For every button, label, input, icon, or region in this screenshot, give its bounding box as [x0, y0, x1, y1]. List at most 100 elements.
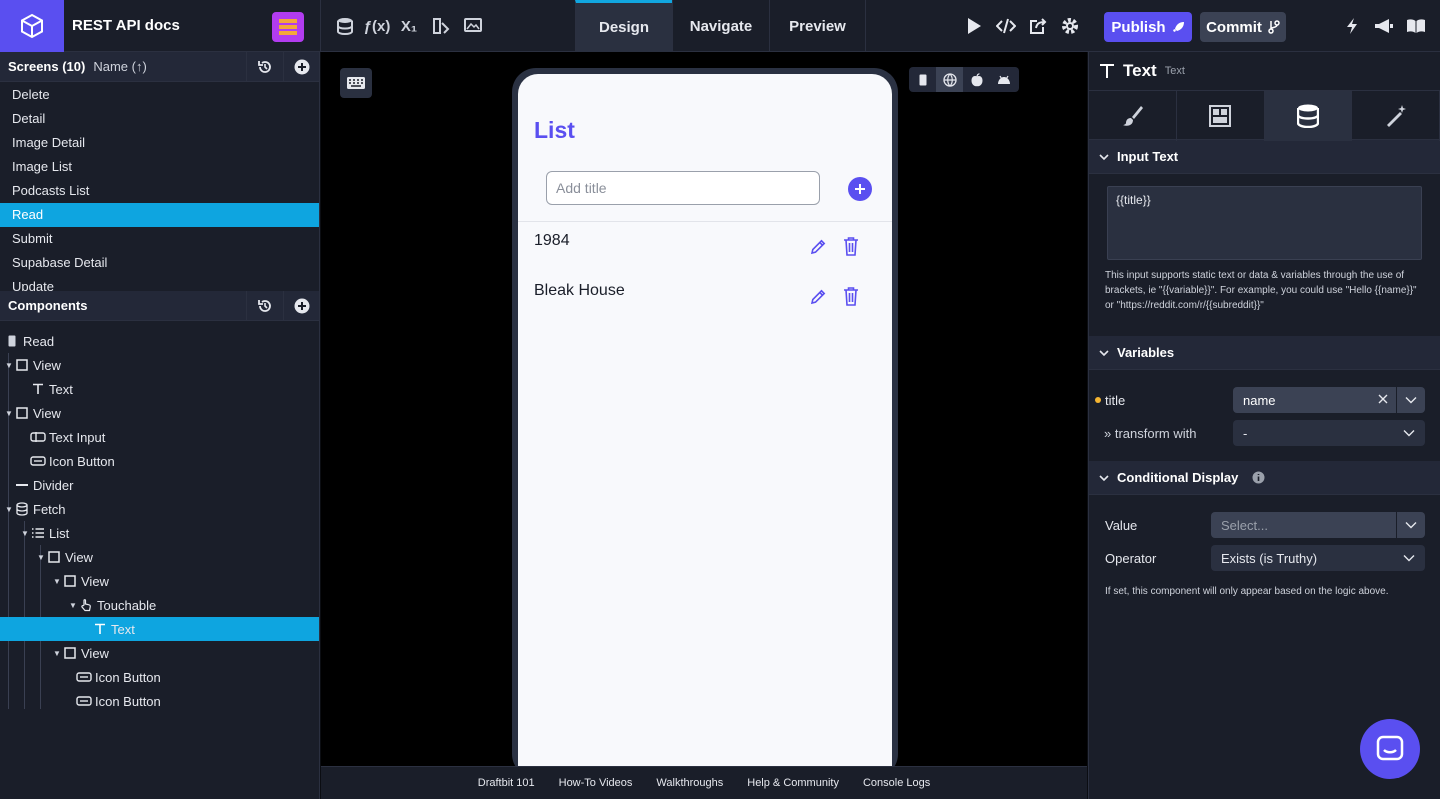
screens-sort[interactable]: Name (↑): [93, 59, 146, 74]
tree-item-view[interactable]: ▼ View: [0, 401, 319, 425]
trash-icon[interactable]: [841, 236, 861, 256]
app-icon-badge[interactable]: [272, 12, 304, 42]
tree-item-touchable[interactable]: ▼ Touchable: [0, 593, 319, 617]
screen-item-detail[interactable]: Detail: [0, 107, 319, 131]
screens-history-button[interactable]: [246, 52, 283, 82]
footer-link-console-logs[interactable]: Console Logs: [863, 777, 930, 789]
platform-toggle: [909, 67, 1019, 92]
add-component-button[interactable]: [283, 291, 320, 321]
list-item-text[interactable]: Bleak House: [534, 282, 625, 300]
stack-icon: [279, 19, 297, 35]
share-icon[interactable]: [1022, 0, 1054, 52]
pencil-icon[interactable]: [808, 237, 828, 257]
tab-layout[interactable]: [1177, 91, 1265, 141]
publish-button[interactable]: Publish: [1104, 12, 1192, 42]
commit-button[interactable]: Commit: [1200, 12, 1286, 42]
assets-icon[interactable]: [425, 0, 457, 52]
device-phone-icon[interactable]: [909, 67, 936, 92]
tree-item-list[interactable]: ▼ List: [0, 521, 319, 545]
caret-down-icon[interactable]: ▼: [4, 361, 14, 370]
conditional-display-section-toggle[interactable]: Conditional Display: [1089, 461, 1440, 495]
caret-down-icon[interactable]: ▼: [36, 553, 46, 562]
value-select[interactable]: Select...: [1211, 512, 1425, 538]
caret-down-icon[interactable]: ▼: [4, 409, 14, 418]
tab-design[interactable]: Design: [575, 0, 672, 52]
draftbit-logo[interactable]: [0, 0, 64, 52]
screen-item-read[interactable]: Read: [0, 203, 319, 227]
preview-title[interactable]: List: [534, 117, 575, 144]
input-text-section-toggle[interactable]: Input Text: [1089, 140, 1440, 174]
tree-item-view[interactable]: ▼ View: [0, 545, 319, 569]
caret-down-icon[interactable]: ▼: [52, 649, 62, 658]
screen-item-submit[interactable]: Submit: [0, 227, 319, 251]
database-icon[interactable]: [329, 0, 361, 52]
add-screen-button[interactable]: [283, 52, 320, 82]
screen-item-update[interactable]: Update: [0, 275, 319, 291]
caret-down-icon[interactable]: ▼: [20, 529, 30, 538]
add-item-button[interactable]: [848, 177, 872, 201]
keyboard-toggle-button[interactable]: [340, 68, 372, 98]
chevron-down-icon[interactable]: [1405, 521, 1417, 529]
media-icon[interactable]: [457, 0, 489, 52]
tree-item-icon-button[interactable]: Icon Button: [0, 665, 319, 689]
code-icon[interactable]: [990, 0, 1022, 52]
caret-down-icon[interactable]: ▼: [52, 577, 62, 586]
tab-navigate[interactable]: Navigate: [672, 0, 769, 52]
tree-item-text-selected[interactable]: Text: [0, 617, 319, 641]
play-icon[interactable]: [958, 0, 990, 52]
tree-item-view[interactable]: ▼ View: [0, 641, 319, 665]
variable-value-select[interactable]: name: [1233, 387, 1425, 413]
tree-item-icon-button[interactable]: Icon Button: [0, 689, 319, 713]
design-canvas[interactable]: List Add title 1984 Bleak House: [321, 52, 1087, 778]
input-text-area[interactable]: {{title}}: [1107, 186, 1422, 260]
globe-icon[interactable]: [936, 67, 963, 92]
variables-section-toggle[interactable]: Variables: [1089, 336, 1440, 370]
tree-item-divider[interactable]: Divider: [0, 473, 319, 497]
screen-item-delete[interactable]: Delete: [0, 83, 319, 107]
tab-preview[interactable]: Preview: [769, 0, 866, 52]
trash-icon[interactable]: [841, 286, 861, 306]
subscript-icon[interactable]: X₁: [393, 0, 425, 52]
chevron-down-icon[interactable]: [1403, 554, 1415, 562]
tree-item-fetch[interactable]: ▼ Fetch: [0, 497, 319, 521]
phone-screen[interactable]: List Add title 1984 Bleak House: [518, 74, 892, 774]
tree-item-icon-button[interactable]: Icon Button: [0, 449, 319, 473]
chevron-down-icon[interactable]: [1405, 396, 1417, 404]
footer-link-walkthroughs[interactable]: Walkthroughs: [656, 777, 723, 789]
support-chat-button[interactable]: [1360, 719, 1420, 779]
screen-item-supabase-detail[interactable]: Supabase Detail: [0, 251, 319, 275]
book-icon[interactable]: [1400, 0, 1432, 52]
tree-item-view[interactable]: ▼ View: [0, 569, 319, 593]
tree-item-read[interactable]: Read: [0, 329, 319, 353]
components-history-button[interactable]: [246, 291, 283, 321]
tree-item-text-input[interactable]: Text Input: [0, 425, 319, 449]
megaphone-icon[interactable]: [1368, 0, 1400, 52]
screen-item-podcasts-list[interactable]: Podcasts List: [0, 179, 319, 203]
lightning-icon[interactable]: [1336, 0, 1368, 52]
tab-actions[interactable]: [1352, 91, 1440, 141]
tree-item-text[interactable]: Text: [0, 377, 319, 401]
footer-link-draftbit-101[interactable]: Draftbit 101: [478, 777, 535, 789]
footer-link-how-to-videos[interactable]: How-To Videos: [559, 777, 633, 789]
footer-link-help-community[interactable]: Help & Community: [747, 777, 839, 789]
chevron-down-icon[interactable]: [1403, 429, 1415, 437]
clear-icon[interactable]: [1377, 393, 1389, 405]
operator-select[interactable]: Exists (is Truthy): [1211, 545, 1425, 571]
list-item-text[interactable]: 1984: [534, 232, 570, 250]
add-title-input[interactable]: Add title: [546, 171, 820, 205]
app-title[interactable]: REST API docs: [72, 17, 180, 34]
screen-item-image-detail[interactable]: Image Detail: [0, 131, 319, 155]
tab-style[interactable]: [1089, 91, 1177, 141]
transform-select[interactable]: -: [1233, 420, 1425, 446]
settings-icon[interactable]: [1054, 0, 1086, 52]
info-icon[interactable]: [1252, 471, 1265, 484]
caret-down-icon[interactable]: ▼: [4, 505, 14, 514]
caret-down-icon[interactable]: ▼: [68, 601, 78, 610]
apple-icon[interactable]: [963, 67, 990, 92]
pencil-icon[interactable]: [808, 287, 828, 307]
tree-item-view[interactable]: ▼ View: [0, 353, 319, 377]
tab-data[interactable]: [1264, 91, 1353, 141]
android-icon[interactable]: [990, 67, 1017, 92]
screen-item-image-list[interactable]: Image List: [0, 155, 319, 179]
function-icon[interactable]: ƒ(x): [361, 0, 393, 52]
